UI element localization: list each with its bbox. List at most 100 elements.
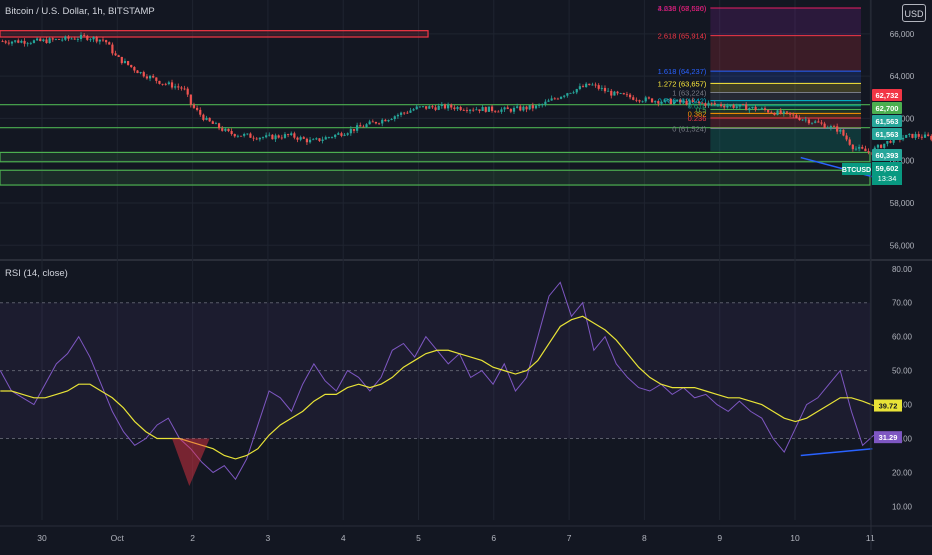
candle-body (920, 136, 923, 138)
candle-body (221, 128, 224, 131)
candle-body (70, 38, 73, 40)
candle-body (836, 126, 839, 132)
candle-body (202, 114, 205, 120)
candle-body (719, 104, 723, 107)
candle-body (782, 111, 785, 114)
candle-body (616, 91, 619, 94)
candle-body (359, 125, 362, 127)
candle-body (4, 41, 7, 43)
candle-body (428, 106, 431, 109)
candle-body (211, 121, 214, 124)
x-tick-label: 30 (37, 533, 47, 543)
candle-body (588, 83, 591, 86)
candle-body (180, 87, 183, 89)
rsi-background (0, 302, 870, 440)
price-tag-60393: 60,393 (876, 151, 899, 160)
candle-body (280, 137, 283, 139)
candle-body (704, 103, 707, 106)
chart-stage[interactable]: 0 (61,524) 0.236 0.382 0.5 0.618 0.786 (62,84… (0, 0, 932, 550)
candle-body (810, 122, 814, 124)
candle-body (632, 97, 635, 100)
candle-body (437, 105, 440, 110)
candle-body (214, 123, 218, 125)
candle-body (566, 93, 569, 96)
candle-body (456, 107, 459, 110)
fib-zone (710, 71, 862, 84)
candle-body (923, 134, 927, 138)
candle-body (757, 109, 760, 111)
candle-body (497, 111, 500, 113)
candle-body (735, 106, 738, 108)
candle-body (343, 134, 346, 136)
candle-body (161, 83, 164, 85)
currency-button[interactable]: USD (902, 4, 926, 22)
candle-body (189, 94, 192, 105)
candle-body (268, 134, 271, 136)
candle-body (293, 133, 296, 138)
candle-body (591, 84, 594, 86)
x-tick-label: 4 (341, 533, 346, 543)
candle-body (494, 110, 497, 112)
candle-body (544, 101, 547, 105)
zone-rect (0, 169, 871, 186)
candle-body (572, 92, 575, 94)
candle-body (644, 97, 647, 102)
candle-body (174, 86, 177, 88)
candle-body (32, 40, 36, 43)
candle-body (393, 116, 396, 120)
candle-body (61, 39, 64, 41)
candle-body (654, 101, 657, 103)
candle-body (710, 102, 713, 104)
candle-body (472, 109, 475, 111)
candle-body (152, 75, 155, 78)
rsi-y-tick-label: 80.00 (892, 265, 913, 274)
candle-body (167, 82, 170, 85)
candle-body (578, 86, 581, 90)
candle-body (324, 137, 327, 140)
candle-body (79, 34, 83, 40)
candle-body (10, 41, 14, 44)
candle-body (302, 137, 305, 139)
candle-body (484, 107, 487, 112)
candle-body (861, 147, 864, 149)
candle-body (807, 119, 811, 124)
candle-body (713, 103, 716, 105)
candle-body (192, 104, 196, 108)
candle-body (108, 42, 111, 45)
candle-body (804, 119, 807, 121)
candle-body (745, 104, 748, 111)
chart-canvas[interactable]: 0 (61,524)0.2360.3820.50.6180.786 (62,84… (0, 0, 932, 550)
candle-body (95, 36, 98, 42)
candle-body (876, 144, 880, 148)
candle-body (534, 105, 538, 109)
candle-body (716, 104, 720, 106)
candle-body (431, 106, 434, 108)
candle-body (465, 110, 469, 111)
candle-body (575, 89, 578, 93)
candle-body (183, 88, 186, 90)
candle-body (556, 98, 560, 100)
candle-body (315, 138, 318, 140)
candle-body (377, 123, 381, 125)
candle-body (409, 110, 412, 113)
candle-body (48, 38, 51, 44)
candle-body (362, 126, 365, 128)
fib-zone (710, 8, 862, 36)
candle-body (798, 117, 801, 121)
candle-body (701, 102, 704, 104)
candle-body (682, 100, 685, 103)
candle-body (126, 61, 130, 65)
candle-body (569, 92, 572, 94)
candle-body (883, 143, 886, 148)
candle-body (368, 121, 371, 125)
candle-body (669, 98, 672, 105)
fib-base-zone (710, 128, 862, 152)
fib-label: 4.236 (68,626) (658, 4, 707, 13)
candle-body (748, 108, 751, 111)
candle-body (832, 126, 836, 127)
candle-body (559, 96, 563, 99)
candle-body (663, 99, 666, 102)
candle-body (729, 105, 732, 107)
x-tick-label: 9 (717, 533, 722, 543)
candle-body (396, 114, 400, 117)
